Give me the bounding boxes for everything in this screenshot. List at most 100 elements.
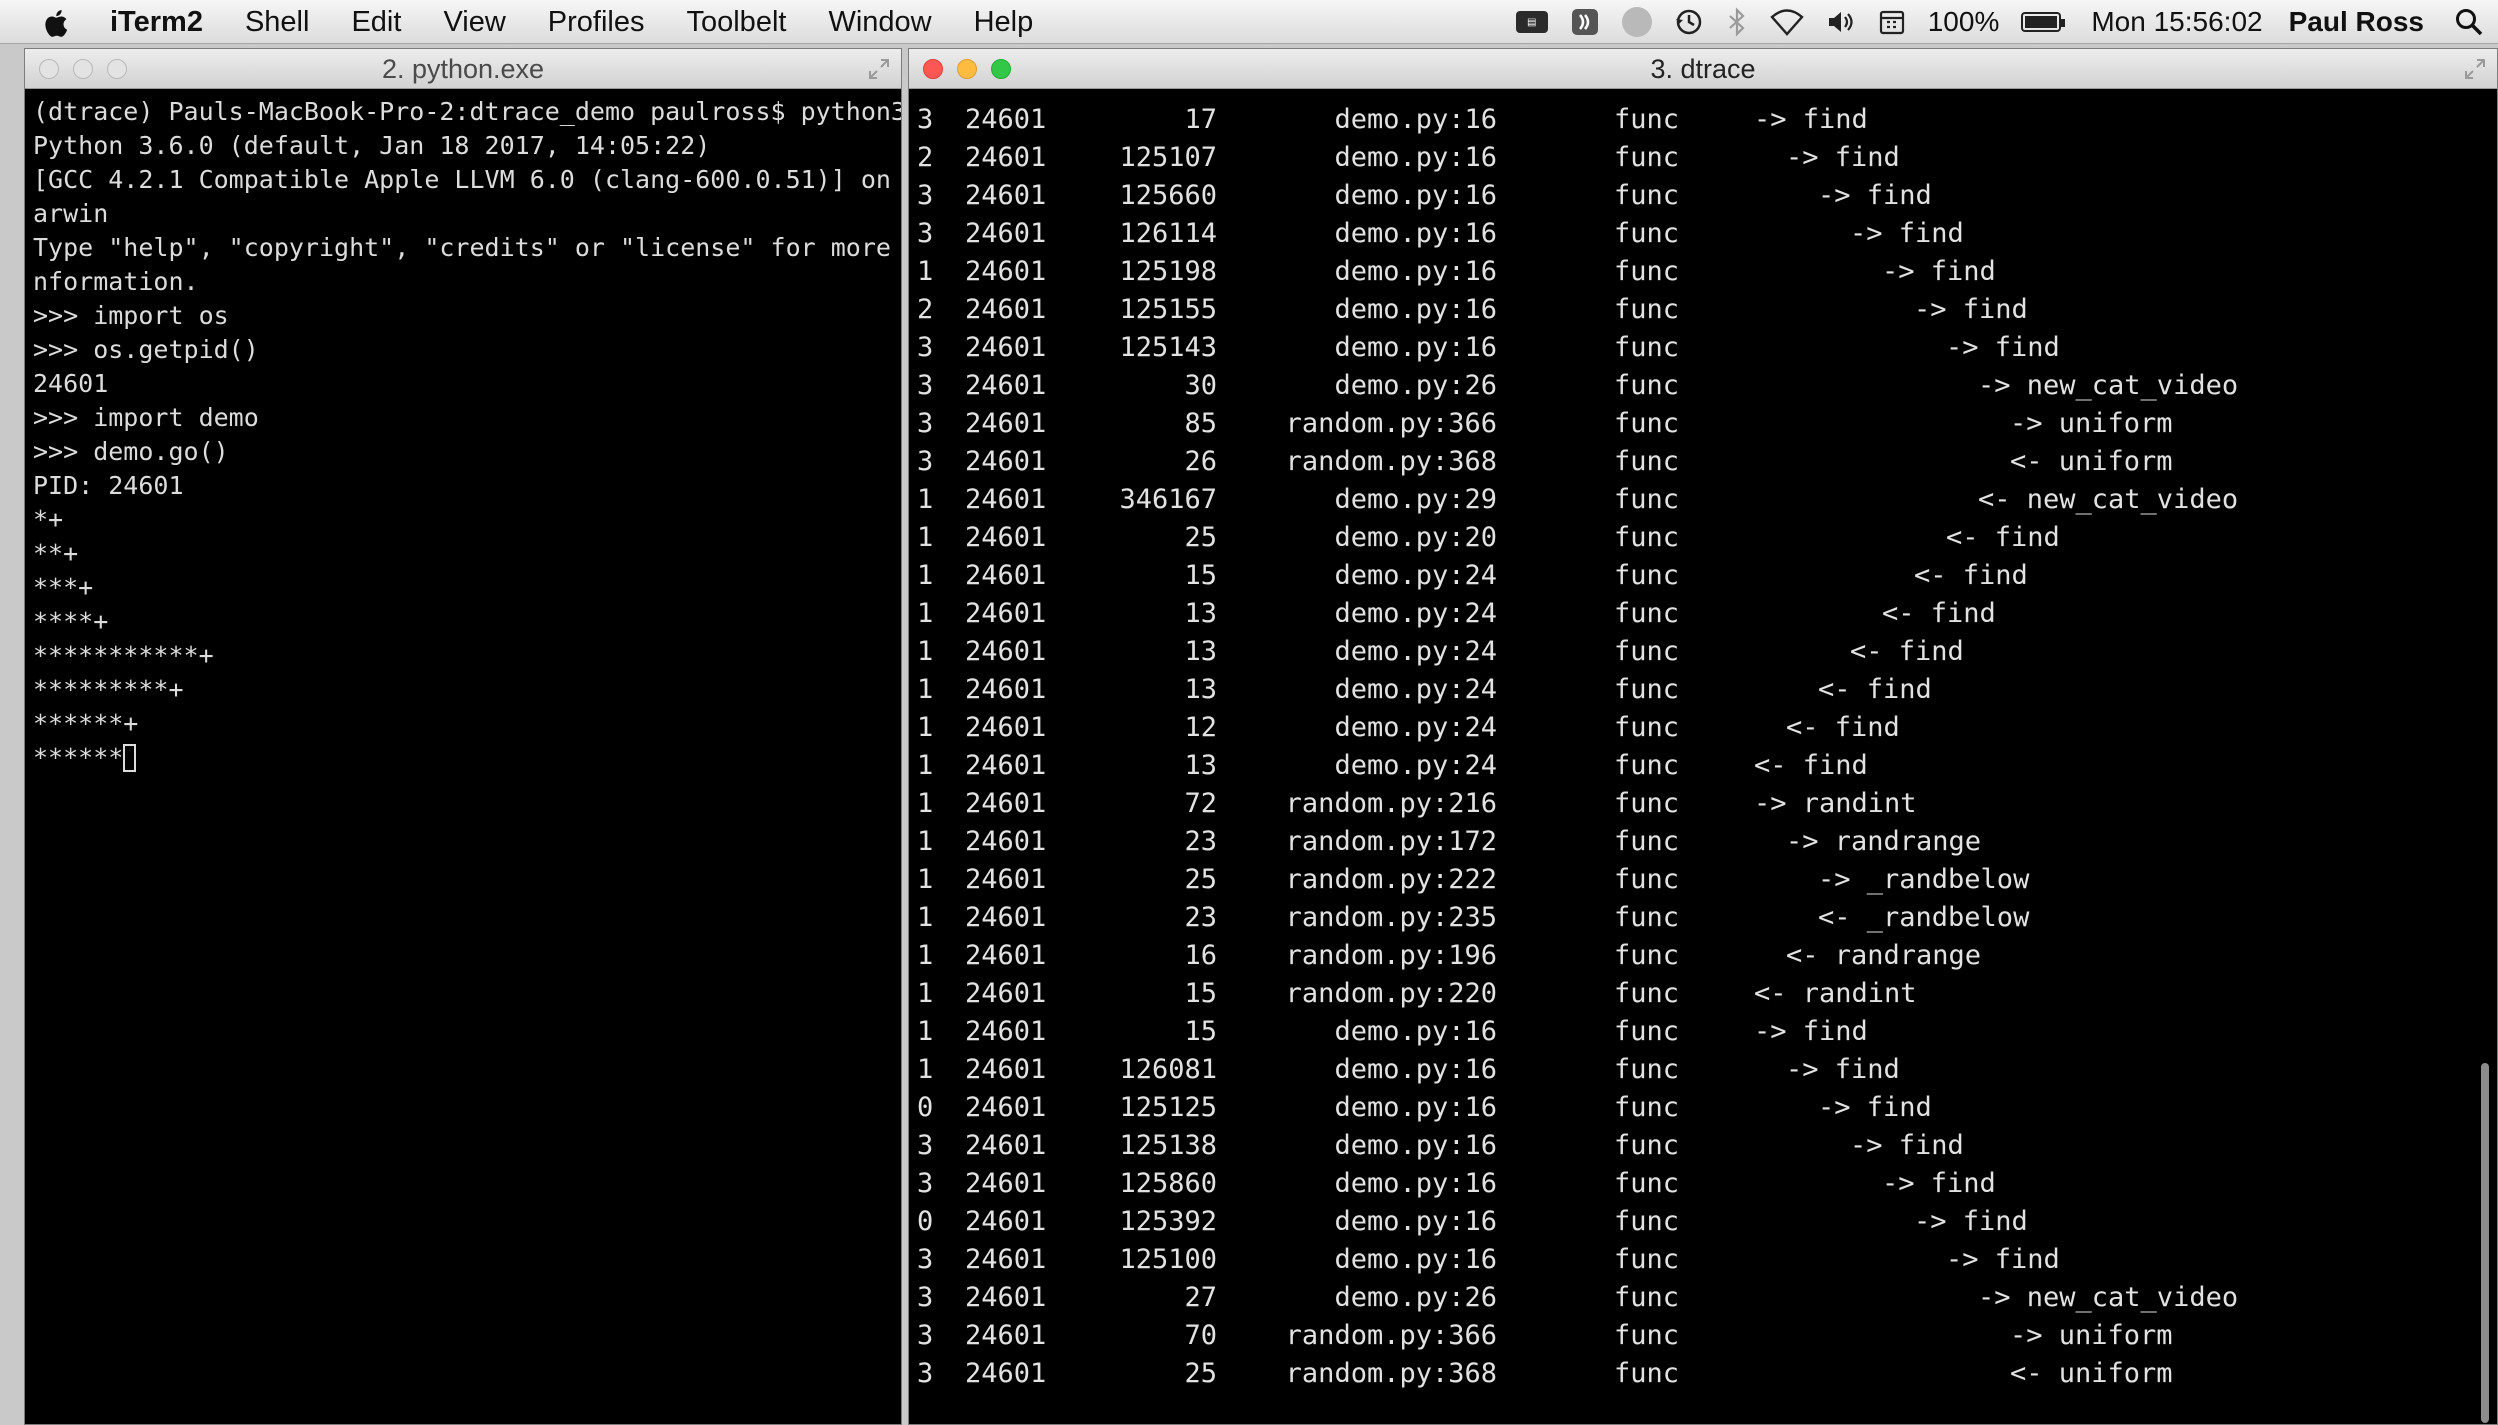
cpu-cell: 3 xyxy=(917,1168,934,1199)
cpu-cell: 1 xyxy=(917,978,934,1009)
file-cell: random.py:216 xyxy=(1285,788,1497,819)
delta-cell: 85 xyxy=(1184,408,1217,439)
dtrace-terminal-window[interactable]: 3. dtrace 3 24601 17 demo.py:16 func -> find 2… xyxy=(908,48,2498,1425)
pid-cell: 24601 xyxy=(965,560,1047,591)
apple-logo-icon[interactable] xyxy=(36,3,76,43)
spotlight-icon[interactable] xyxy=(2454,7,2484,37)
type-cell: func xyxy=(1614,598,1680,629)
calendar-icon[interactable] xyxy=(1878,8,1906,36)
file-cell: demo.py:26 xyxy=(1334,370,1497,401)
cpu-cell: 1 xyxy=(917,750,934,781)
menu-shell[interactable]: Shell xyxy=(245,6,310,39)
file-cell: demo.py:16 xyxy=(1334,104,1497,135)
type-cell: func xyxy=(1614,218,1680,249)
func-cell: -> find xyxy=(1946,332,2060,363)
menu-toolbelt[interactable]: Toolbelt xyxy=(686,6,786,39)
battery-icon[interactable] xyxy=(2021,12,2066,32)
terminal-line: arwin xyxy=(33,199,109,228)
cpu-cell: 1 xyxy=(917,560,934,591)
cpu-cell: 3 xyxy=(917,180,934,211)
menu-window[interactable]: Window xyxy=(828,6,931,39)
cpu-cell: 3 xyxy=(917,370,934,401)
bluetooth-icon[interactable] xyxy=(1726,7,1748,37)
file-cell: random.py:235 xyxy=(1285,902,1497,933)
delta-cell: 126081 xyxy=(1119,1054,1217,1085)
file-cell: demo.py:16 xyxy=(1334,332,1497,363)
menu-profiles[interactable]: Profiles xyxy=(548,6,645,39)
file-cell: demo.py:16 xyxy=(1334,294,1497,325)
terminal-line: nformation. xyxy=(33,267,199,296)
menubar-user[interactable]: Paul Ross xyxy=(2289,6,2424,38)
func-cell: <- uniform xyxy=(2010,1358,2173,1389)
cpu-cell: 1 xyxy=(917,522,934,553)
delta-cell: 13 xyxy=(1184,636,1217,667)
dtrace-window-titlebar[interactable]: 3. dtrace xyxy=(909,49,2497,89)
type-cell: func xyxy=(1614,560,1680,591)
func-cell: <- _randbelow xyxy=(1818,902,2030,933)
battery-percent: 100% xyxy=(1927,6,2000,37)
fullscreen-icon[interactable] xyxy=(867,57,891,81)
menubar-clock[interactable]: Mon 15:56:02 xyxy=(2091,6,2262,38)
cpu-cell: 3 xyxy=(917,1320,934,1351)
type-cell: func xyxy=(1614,750,1680,781)
scrollbar[interactable] xyxy=(2479,93,2491,1423)
type-cell: func xyxy=(1614,1358,1680,1389)
menu-help[interactable]: Help xyxy=(974,6,1034,39)
func-cell: <- find xyxy=(1946,522,2060,553)
func-cell: -> uniform xyxy=(2010,1320,2173,1351)
delta-cell: 30 xyxy=(1184,370,1217,401)
pid-cell: 24601 xyxy=(965,180,1047,211)
func-cell: <- randint xyxy=(1754,978,1917,1009)
delta-cell: 125155 xyxy=(1119,294,1217,325)
terminal-line: ****** xyxy=(33,741,901,775)
gpu-badge-icon[interactable]: ▤ xyxy=(1515,11,1548,33)
menu-view[interactable]: View xyxy=(443,6,505,39)
dtrace-window-title: 3. dtrace xyxy=(1650,54,1756,84)
file-cell: demo.py:16 xyxy=(1334,1206,1497,1237)
scrollbar-thumb[interactable] xyxy=(2481,1063,2489,1423)
file-cell: demo.py:16 xyxy=(1334,180,1497,211)
type-cell: func xyxy=(1614,142,1680,173)
pid-cell: 24601 xyxy=(965,218,1047,249)
file-cell: demo.py:16 xyxy=(1334,1168,1497,1199)
file-cell: demo.py:16 xyxy=(1334,218,1497,249)
terminal-line: ******+ xyxy=(33,709,139,738)
python-terminal-output[interactable]: (dtrace) Pauls-MacBook-Pro-2:dtrace_demo… xyxy=(33,95,901,775)
python-window-title: 2. python.exe xyxy=(381,54,545,84)
delta-cell: 27 xyxy=(1184,1282,1217,1313)
pid-cell: 24601 xyxy=(965,370,1047,401)
type-cell: func xyxy=(1614,1130,1680,1161)
volume-icon[interactable] xyxy=(1826,8,1856,36)
cpu-cell: 1 xyxy=(917,788,934,819)
pid-cell: 24601 xyxy=(965,826,1047,857)
func-cell: <- find xyxy=(1786,712,1900,743)
scrivener-icon[interactable] xyxy=(1570,7,1600,37)
menu-edit[interactable]: Edit xyxy=(351,6,401,39)
time-machine-icon[interactable] xyxy=(1674,7,1704,37)
type-cell: func xyxy=(1614,1054,1680,1085)
func-cell: -> new_cat_video xyxy=(1978,1282,2239,1313)
func-cell: -> find xyxy=(1946,1244,2060,1275)
cpu-cell: 3 xyxy=(917,218,934,249)
python-window-titlebar[interactable]: 2. python.exe xyxy=(25,49,901,89)
menu-app-iterm2[interactable]: iTerm2 xyxy=(110,6,203,39)
func-cell: <- find xyxy=(1850,636,1964,667)
fullscreen-icon[interactable] xyxy=(2463,57,2487,81)
delta-cell: 15 xyxy=(1184,978,1217,1009)
file-cell: random.py:368 xyxy=(1285,446,1497,477)
pid-cell: 24601 xyxy=(965,1092,1047,1123)
wifi-icon[interactable] xyxy=(1770,8,1804,36)
status-dot-icon[interactable] xyxy=(1621,7,1652,37)
func-cell: -> find xyxy=(1882,256,1996,287)
cpu-cell: 1 xyxy=(917,864,934,895)
python-terminal-window[interactable]: 2. python.exe (dtrace) Pauls-MacBook-Pro… xyxy=(24,48,902,1425)
cpu-cell: 1 xyxy=(917,712,934,743)
type-cell: func xyxy=(1614,1016,1680,1047)
delta-cell: 125125 xyxy=(1119,1092,1217,1123)
delta-cell: 23 xyxy=(1184,826,1217,857)
pid-cell: 24601 xyxy=(965,1320,1047,1351)
func-cell: -> find xyxy=(1786,142,1900,173)
type-cell: func xyxy=(1614,1320,1680,1351)
func-cell: <- uniform xyxy=(2010,446,2173,477)
type-cell: func xyxy=(1614,1206,1680,1237)
